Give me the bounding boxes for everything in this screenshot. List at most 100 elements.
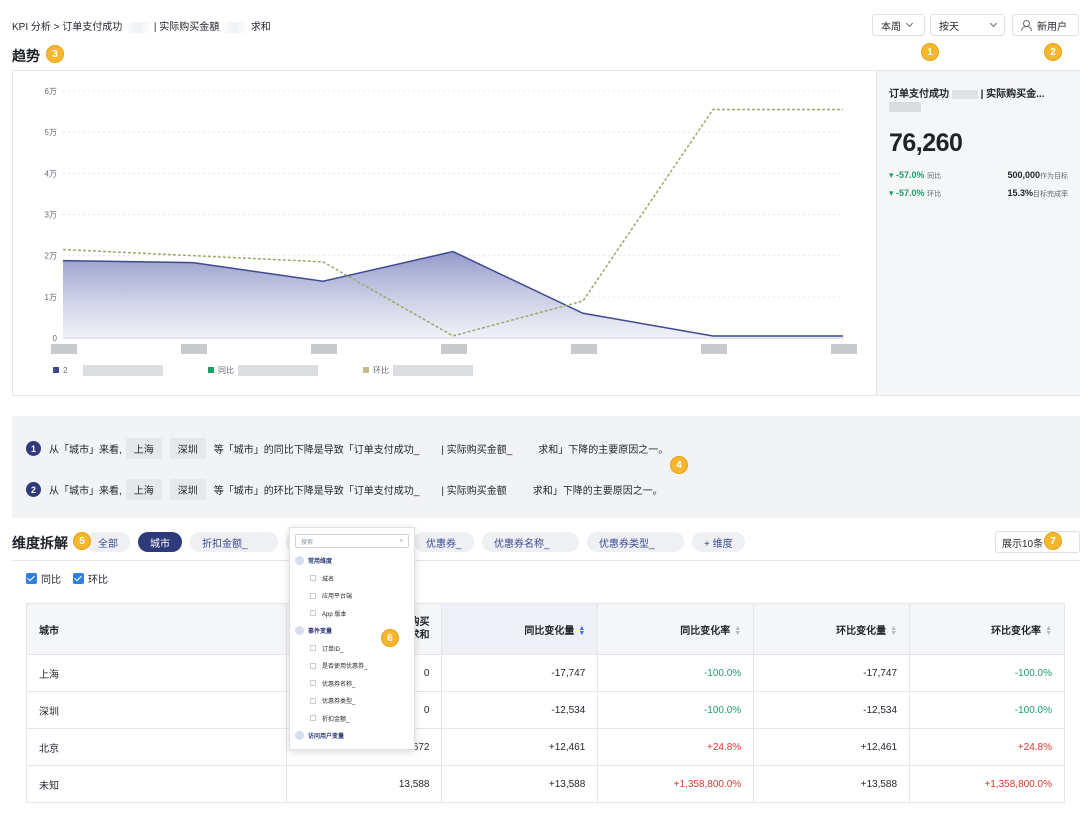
annotation-badge: 6 xyxy=(381,629,399,647)
mom-checkbox[interactable]: 环比 xyxy=(73,571,108,586)
annotation-badge: 4 xyxy=(670,456,688,474)
insight-text: 等「城市」的环比下降是导致「订单支付成功_ xyxy=(213,486,420,497)
checkbox-icon xyxy=(310,592,316,599)
insight-tag[interactable]: 上海 xyxy=(125,438,162,459)
col-header-yoy-rate[interactable]: 同比变化率 ▲ ▼ xyxy=(597,603,755,655)
dropdown-search-input[interactable]: 搜索 ⌕ xyxy=(295,534,409,548)
checkbox-icon xyxy=(310,697,316,704)
breadcrumb: KPI 分析 > 订单支付成功 | 实际购买金額 求和 xyxy=(12,18,271,33)
chip-discount[interactable]: 折扣金额_ xyxy=(190,532,278,552)
annotation-badge: 2 xyxy=(1044,43,1062,61)
insight-panel: 1 从「城市」来看, 上海 深圳 等「城市」的同比下降是导致「订单支付成功_ |… xyxy=(12,416,1080,518)
kpi-value: 76,260 xyxy=(889,129,963,157)
x-tick-label-blurred xyxy=(571,344,597,354)
col-header-city[interactable]: 城市 xyxy=(26,603,287,655)
granularity-select-label: 按天 xyxy=(939,21,959,33)
kpi-target-label: 作为目标 xyxy=(1040,173,1068,180)
dropdown-group-label: 常用维度 xyxy=(308,559,333,566)
chip-all[interactable]: 全部 xyxy=(86,532,130,552)
cell-yoy-rate: -100.0% xyxy=(597,654,755,692)
checkbox-icon xyxy=(310,645,316,652)
dropdown-item[interactable]: 应用平台端 xyxy=(290,587,414,605)
dropdown-group[interactable]: 访问用户变量 xyxy=(290,727,414,745)
col-header-label: 同比变化量 xyxy=(524,625,575,637)
checkbox-icon xyxy=(310,575,316,582)
chip-coupon-name[interactable]: 优惠券名称_ xyxy=(482,532,579,552)
dropdown-item[interactable]: App 版本 xyxy=(290,605,414,623)
checkbox-icon xyxy=(310,610,316,617)
group-dot-icon xyxy=(295,626,304,636)
yoy-checkbox[interactable]: 同比 xyxy=(26,571,61,586)
user-filter-button[interactable]: 新用户 xyxy=(1012,14,1079,36)
y-tick-label: 4万 xyxy=(45,169,57,178)
table-row: 上海 0 -17,747 -100.0% -17,747 -100.0% xyxy=(26,654,1065,692)
cell-city: 上海 xyxy=(26,654,287,692)
user-icon xyxy=(1021,20,1032,31)
x-tick-label-blurred xyxy=(701,344,727,354)
dropdown-item-label: 折扣金额_ xyxy=(322,716,350,723)
checkbox-checked-icon xyxy=(26,573,37,584)
kpi-yoy-change: -57.0% xyxy=(896,170,925,180)
dropdown-item[interactable]: 优惠券名称_ xyxy=(290,675,414,693)
cell-mom-rate: -100.0% xyxy=(909,691,1065,729)
dimension-title: 维度拆解 xyxy=(12,535,68,551)
sort-icon[interactable]: ▲ ▼ xyxy=(1045,625,1052,637)
chip-city[interactable]: 城市 xyxy=(138,532,182,552)
sort-icon[interactable]: ▲ ▼ xyxy=(890,625,897,637)
cell-yoy-delta: +13,588 xyxy=(441,765,599,803)
insight-tag[interactable]: 上海 xyxy=(125,479,162,500)
kpi-completion-label: 目标完成率 xyxy=(1033,191,1068,198)
breadcrumb-tail: | 实际购买金額 xyxy=(153,22,220,33)
add-dimension-button[interactable]: + 维度 xyxy=(692,532,745,552)
y-tick-label: 5万 xyxy=(45,128,57,137)
yoy-checkbox-label: 同比 xyxy=(41,575,61,586)
sort-icon[interactable]: ▲ ▼ xyxy=(734,625,741,637)
breadcrumb-text: KPI 分析 > 订单支付成功 xyxy=(12,22,123,33)
show-count-select[interactable]: 展示10条 xyxy=(995,531,1080,553)
cell-mom-delta: +13,588 xyxy=(753,765,911,803)
y-tick-label: 1万 xyxy=(45,293,57,302)
col-header-label: 环比变化量 xyxy=(836,625,887,637)
insight-text: | 实际购买金额 xyxy=(441,486,507,497)
dropdown-item-label: 是否使用优惠券_ xyxy=(322,664,368,671)
chip-coupon[interactable]: 优惠券_ xyxy=(414,532,474,552)
x-tick-label-blurred xyxy=(831,344,857,354)
col-header-mom-delta[interactable]: 环比变化量 ▲ ▼ xyxy=(753,603,911,655)
y-tick-label: 0 xyxy=(53,334,58,343)
cell-mom-delta: +12,461 xyxy=(753,728,911,766)
dropdown-item[interactable]: 是否使用优惠券_ xyxy=(290,657,414,675)
col-header-mom-rate[interactable]: 环比变化率 ▲ ▼ xyxy=(909,603,1065,655)
table-row: 深圳 0 -12,534 -100.0% -12,534 -100.0% xyxy=(26,691,1065,729)
search-icon: ⌕ xyxy=(399,537,403,544)
col-header-yoy-delta[interactable]: 同比变化量 ▲ ▼ xyxy=(441,603,599,655)
insight-text: 等「城市」的同比下降是导致「订单支付成功_ xyxy=(213,445,420,456)
kpi-yoy-label: 同比 xyxy=(927,173,942,180)
cell-mom-rate: -100.0% xyxy=(909,654,1065,692)
chip-coupon-type[interactable]: 优惠券类型_ xyxy=(587,532,684,552)
dropdown-item-label: 城名 xyxy=(322,576,335,583)
dropdown-group[interactable]: 常用维度 xyxy=(290,552,414,570)
cell-city: 北京 xyxy=(26,728,287,766)
cell-yoy-delta: -17,747 xyxy=(441,654,599,692)
insight-tag[interactable]: 深圳 xyxy=(169,479,206,500)
dropdown-item[interactable]: 城名 xyxy=(290,570,414,588)
cell-mom-rate: +1,358,800.0% xyxy=(909,765,1065,803)
cell-city: 未知 xyxy=(26,765,287,803)
dropdown-item[interactable]: 折扣金额_ xyxy=(290,710,414,728)
compare-toggles: 同比 环比 xyxy=(26,571,108,586)
cell-yoy-delta: -12,534 xyxy=(441,691,599,729)
legend-swatch xyxy=(208,367,214,373)
blurred-text xyxy=(951,89,978,99)
table-row: 未知 13,588 +13,588 +1,358,800.0% +13,588 +1,35… xyxy=(26,765,1065,803)
legend-blurred xyxy=(83,365,163,376)
breadcrumb-end: 求和 xyxy=(250,22,271,33)
dropdown-item[interactable]: 优惠券类型_ xyxy=(290,692,414,710)
y-tick-label: 3万 xyxy=(45,211,57,220)
cell-yoy-rate: +1,358,800.0% xyxy=(597,765,755,803)
group-dot-icon xyxy=(295,731,304,741)
sort-icon[interactable]: ▲ ▼ xyxy=(578,625,585,637)
granularity-select[interactable]: 按天 xyxy=(930,14,1005,36)
period-select[interactable]: 本周 xyxy=(872,14,925,36)
insight-tag[interactable]: 深圳 xyxy=(169,438,206,459)
x-tick-label-blurred xyxy=(441,344,467,354)
